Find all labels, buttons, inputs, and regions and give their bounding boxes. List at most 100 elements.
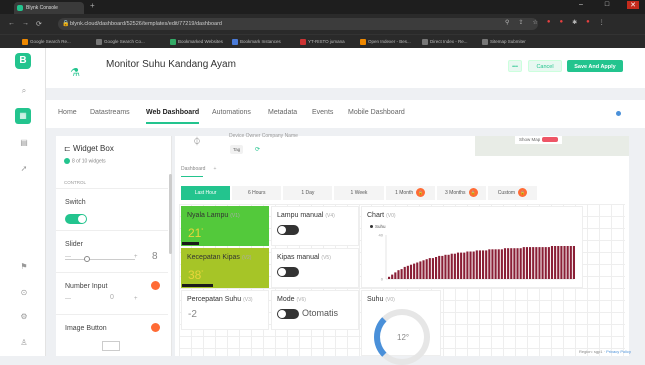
widget-image-button[interactable]: Image Button [56, 314, 168, 356]
bookmark-item[interactable]: Google Search Co... [96, 38, 145, 46]
automation-icon[interactable]: ➚ [19, 164, 29, 173]
blynk-logo[interactable]: B [15, 53, 31, 69]
bookmark-item[interactable]: Google Search Re... [22, 38, 71, 46]
star-icon[interactable]: ☆ [532, 19, 537, 26]
address-bar[interactable]: 🔒 blynk.cloud/dashboard/52526/templates/… [58, 18, 538, 30]
bookmark-item[interactable]: Direct Index - Re... [422, 38, 468, 46]
bookmark-item[interactable]: Sitemap Submiter [482, 38, 526, 46]
tab-web-dashboard[interactable]: Web Dashboard [146, 109, 200, 124]
bookmark-item[interactable]: Open Indexer - Bes... [360, 38, 411, 46]
maximize-icon[interactable]: □ [601, 1, 613, 9]
range-1-day[interactable]: 1 Day [283, 186, 333, 200]
info-icon[interactable] [616, 111, 621, 116]
chart-bar [472, 251, 475, 279]
tab-events[interactable]: Events [312, 109, 333, 116]
user-icon[interactable]: ♙ [19, 338, 29, 347]
chart-bar [450, 253, 453, 279]
widget-slider[interactable]: Slider — + 8 [56, 230, 168, 272]
extension-icon[interactable]: ● [547, 19, 551, 26]
lock-icon: 🔒 [468, 188, 478, 198]
range-1-month[interactable]: 1 Month 🔒 [385, 186, 435, 200]
tile-lampu-manual[interactable]: Lampu manual (V4) [271, 206, 359, 246]
puzzle-icon[interactable]: ✱ [572, 19, 577, 26]
browser-tab[interactable]: Blynk Console [14, 2, 84, 14]
chart-bar [416, 262, 419, 279]
chart-bar [522, 247, 525, 279]
chart-bar [554, 246, 557, 279]
back-icon[interactable]: ← [8, 20, 15, 27]
add-tag-icon[interactable]: ⟳ [255, 146, 260, 153]
tile-kipas-manual[interactable]: Kipas manual (V5) [271, 248, 359, 288]
widget-switch[interactable]: Switch [56, 188, 168, 230]
tile-kecepatan-kipas[interactable]: Kecepatan Kipas (V2) 38° [181, 248, 269, 288]
search-icon[interactable]: ⚲ [505, 19, 509, 26]
widget-label: Switch [65, 199, 86, 206]
chart-bar [538, 247, 541, 279]
help-icon[interactable]: ⊙ [19, 288, 29, 297]
range-6-hours[interactable]: 6 Hours [232, 186, 282, 200]
menu-dots-icon[interactable]: ⋮ [599, 19, 605, 26]
footer: Region: sgp1 · Privacy Policy [578, 349, 631, 354]
tile-suhu-gauge[interactable]: Suhu (V0) 12° [361, 290, 441, 365]
kipas-manual-toggle[interactable] [277, 267, 299, 277]
range-custom[interactable]: Custom 🔒 [487, 186, 537, 200]
profile-icon[interactable]: ● [586, 19, 590, 26]
lampu-manual-toggle[interactable] [277, 225, 299, 235]
close-window-icon[interactable]: ✕ [627, 1, 639, 9]
reload-icon[interactable]: ⟳ [36, 20, 42, 28]
announcements-icon[interactable]: ⚑ [19, 262, 29, 271]
bookmark-item[interactable]: Bookmark Instances [232, 38, 281, 46]
chart-plot: 40 0 [379, 233, 575, 282]
lock-icon: 🔒 [62, 21, 70, 27]
range-1-week[interactable]: 1 Week [334, 186, 384, 200]
mode-toggle-label: Otomatis [302, 308, 339, 318]
range-last-hour[interactable]: Last Hour [181, 186, 231, 200]
tag-chip[interactable]: Tag [230, 145, 244, 154]
chart-bar [397, 270, 400, 279]
bookmark-item[interactable]: YT-RISTO jumana [300, 38, 345, 46]
bookmarks-bar: Google Search Re... Google Search Co... … [0, 34, 645, 48]
tile-nyala-lampu[interactable]: Nyala Lampu (V1) 21° [181, 206, 269, 246]
bookmark-item[interactable]: Bookmarked Websites [170, 38, 223, 46]
save-and-apply-button[interactable]: Save And Apply [567, 60, 623, 72]
cancel-button[interactable]: Cancel [528, 60, 562, 72]
show-map-toggle[interactable]: Show Map [515, 136, 562, 144]
forward-icon[interactable]: → [22, 20, 29, 27]
tile-mode[interactable]: Mode (V6) Otomatis [271, 290, 359, 330]
share-icon[interactable]: ⇪ [518, 19, 523, 26]
extension-icon[interactable]: ● [559, 19, 563, 26]
tab-mobile-dashboard[interactable]: Mobile Dashboard [348, 109, 405, 116]
browser-tab-title: Blynk Console [26, 5, 58, 11]
tab-metadata[interactable]: Metadata [268, 109, 297, 116]
widget-box-scrollbar[interactable] [169, 174, 172, 254]
more-button[interactable]: ••• [508, 60, 522, 72]
window-controls: – □ ✕ [575, 1, 639, 9]
tab-datastreams[interactable]: Datastreams [90, 109, 130, 116]
search-icon[interactable]: ⌕ [19, 86, 29, 96]
extension-icons: ⚲ ⇪ ☆ ● ● ✱ ● ⋮ [505, 19, 605, 26]
chart-y-tick-label: 0 [381, 277, 384, 282]
image-preview-icon [102, 341, 120, 351]
progress-dot-icon [64, 158, 70, 164]
privacy-policy-link[interactable]: Privacy Policy [606, 349, 631, 354]
chart-bar [428, 258, 431, 279]
tile-chart[interactable]: Chart (V0) Suhu 40 0 [361, 206, 583, 288]
widget-number-input[interactable]: Number Input — 0 + [56, 272, 168, 314]
tab-automations[interactable]: Automations [212, 109, 251, 116]
tile-progress-bar [182, 242, 200, 245]
mode-toggle[interactable] [277, 309, 299, 319]
tile-label: Percepatan Suhu (V3) [187, 296, 253, 303]
devices-icon[interactable]: ▤ [19, 138, 29, 147]
range-3-months[interactable]: 3 Months 🔒 [436, 186, 486, 200]
settings-icon[interactable]: ⚙ [19, 312, 29, 321]
add-dashboard-icon[interactable]: + [213, 166, 216, 172]
minimize-icon[interactable]: – [575, 1, 587, 9]
tile-percepatan-suhu[interactable]: Percepatan Suhu (V3) -2 [181, 290, 269, 330]
new-tab-icon[interactable]: + [90, 1, 95, 10]
tab-home[interactable]: Home [58, 109, 77, 116]
chart-bar [422, 260, 425, 279]
dashboard-tab[interactable]: Dashboard + [181, 166, 216, 172]
tile-value: -2 [188, 309, 197, 320]
templates-icon[interactable]: ▦ [15, 108, 31, 124]
chart-bar [441, 255, 444, 279]
